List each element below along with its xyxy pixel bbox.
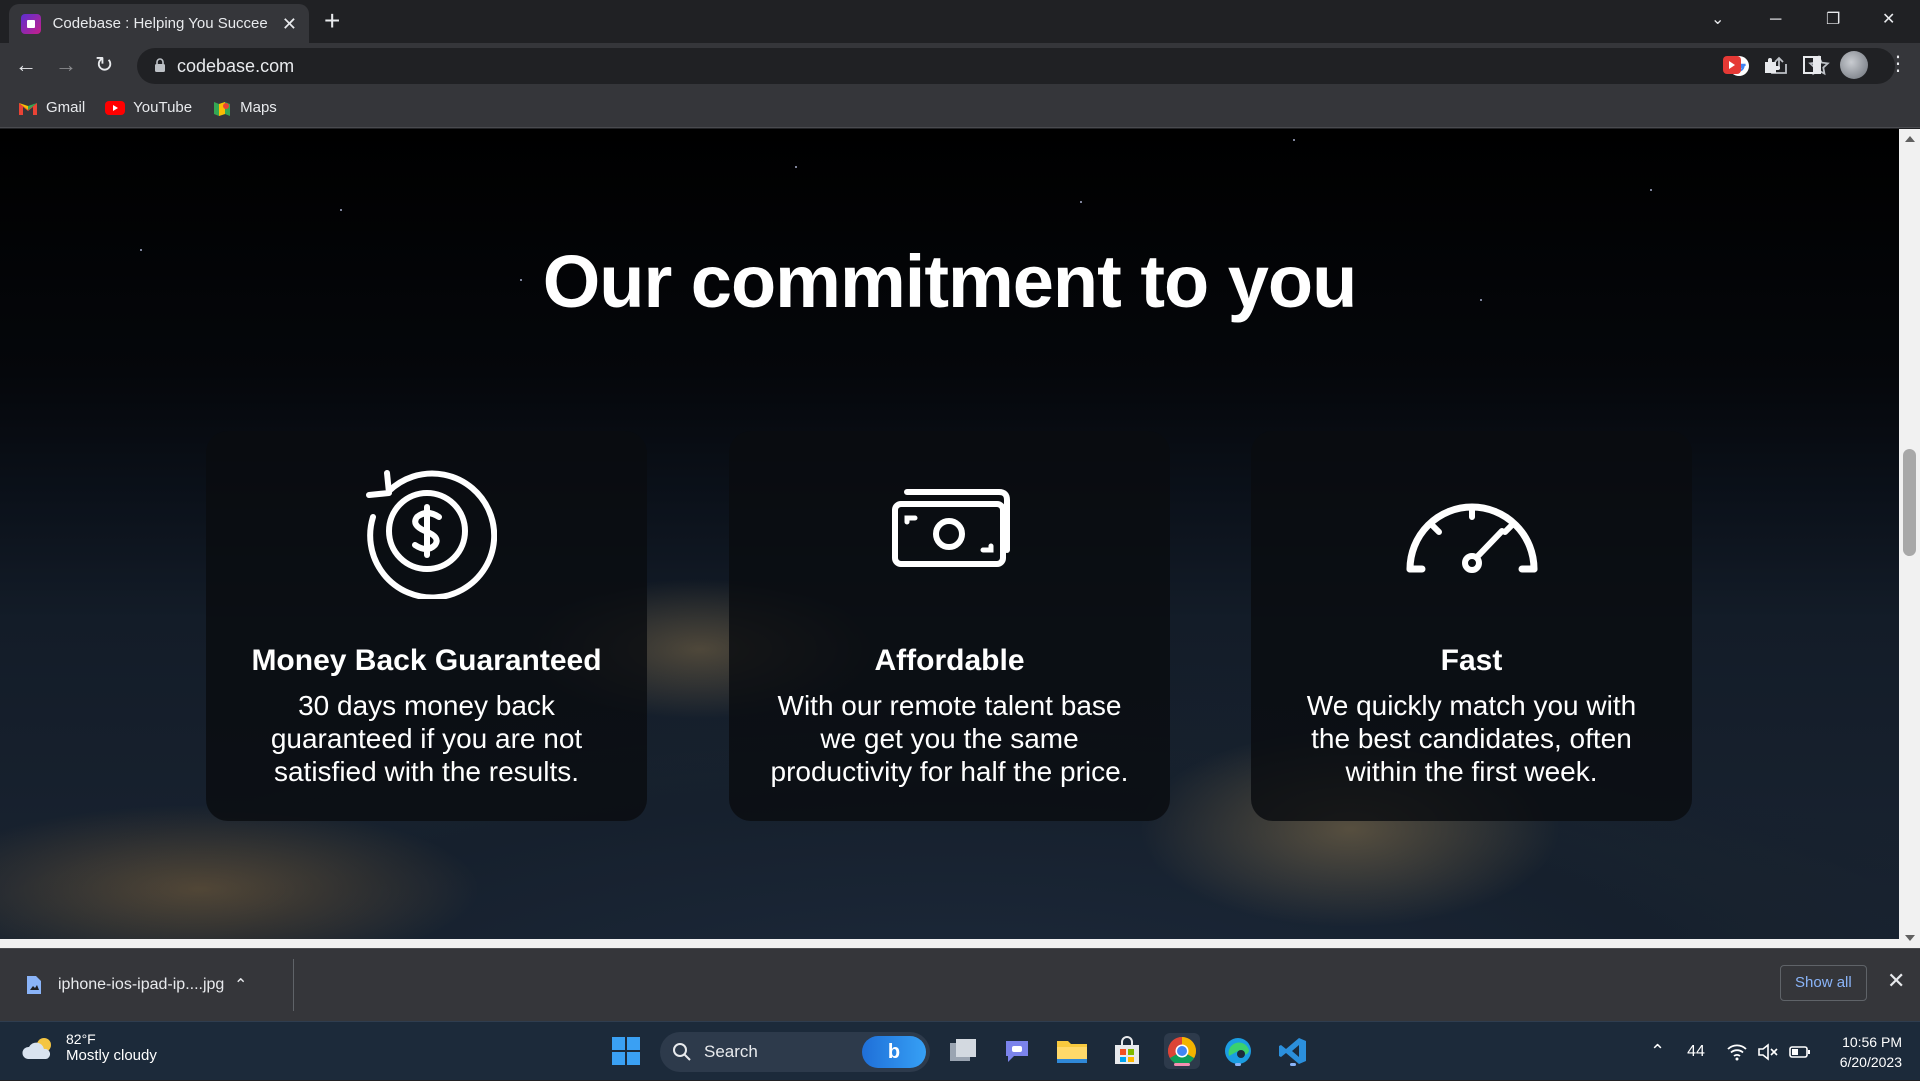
search-label: Search [704,1042,758,1061]
system-tray: ⌃ 44 [1650,1022,1811,1081]
download-file-name: iphone-ios-ipad-ip....jpg [58,976,225,993]
bookmark-label: YouTube [133,99,193,116]
start-button[interactable] [608,1033,644,1069]
reload-button[interactable]: ↻ [95,51,113,79]
bookmark-label: Maps [240,99,277,116]
minimize-button[interactable]: ─ [1770,6,1781,34]
extension-red-icon[interactable] [1720,53,1744,77]
star [795,166,797,168]
volume-muted-icon[interactable] [1757,1042,1779,1061]
browser-toolbar: ← → ↻ codebase.com ⋮ [0,43,1920,88]
card-description: With our remote talent base we get you t… [770,690,1129,787]
close-download-bar-icon[interactable]: ✕ [1887,970,1905,992]
show-hidden-icons-chevron-icon[interactable]: ⌃ [1650,1041,1665,1062]
youtube-icon [105,100,126,115]
teams-chat-icon[interactable] [999,1033,1035,1069]
cloud-icon [22,1037,51,1059]
vscode-icon[interactable] [1275,1033,1311,1069]
active-app-indicator [1174,1063,1190,1066]
profile-avatar[interactable] [1840,51,1868,79]
bookmarks-bar: Gmail YouTube Maps [0,88,1920,128]
url-text: codebase.com [177,56,295,76]
battery-icon[interactable] [1789,1045,1811,1059]
tab-search-chevron-icon[interactable]: ⌄ [1711,6,1724,34]
weather-widget[interactable]: 82°F Mostly cloudy [22,1031,157,1064]
star [340,209,342,211]
speedometer-icon [1251,459,1692,599]
horizontal-scrollbar[interactable] [0,939,1899,948]
card-title: Affordable [874,644,1025,677]
search-icon [673,1043,691,1061]
weather-description: Mostly cloudy [66,1047,157,1064]
star [1293,139,1295,141]
bookmark-label: Gmail [46,99,86,116]
close-window-button[interactable]: ✕ [1882,6,1895,34]
browser-tab[interactable]: Codebase : Helping You Succeed ✕ [9,4,309,43]
bookmark-maps[interactable]: Maps [212,99,277,116]
weather-temperature: 82°F [66,1031,96,1047]
clock-date: 6/20/2023 [1839,1054,1902,1070]
extensions-puzzle-icon[interactable] [1760,53,1784,77]
forward-button[interactable]: → [55,51,77,79]
image-file-icon [27,976,41,994]
download-options-chevron-icon[interactable]: ⌃ [234,975,247,995]
restore-button[interactable]: ❐ [1826,6,1840,34]
clock-time: 10:56 PM [1842,1034,1902,1050]
running-app-indicator [1290,1063,1296,1066]
card-description: We quickly match you with the best candi… [1306,690,1637,787]
section-heading: Our commitment to you [542,240,1358,323]
card-description: 30 days money back guaranteed if you are… [270,690,583,787]
running-app-indicator [1235,1063,1241,1066]
tab-close-icon[interactable]: ✕ [282,15,297,33]
tab-title: Codebase : Helping You Succeed [52,15,268,32]
card-title: Money Back Guaranteed [251,644,602,677]
vertical-scrollbar[interactable] [1899,129,1920,948]
star [1080,201,1082,203]
cash-icon [729,459,1170,599]
scrollbar-thumb[interactable] [1903,449,1916,556]
lock-icon [155,58,165,72]
codebase-favicon-icon [21,13,41,34]
microsoft-store-icon[interactable] [1109,1033,1145,1069]
wifi-icon[interactable] [1727,1043,1747,1061]
tray-counter[interactable]: 44 [1687,1043,1705,1061]
windows-taskbar: 82°F Mostly cloudy Search b ⌃ 44 10:56 P… [0,1021,1920,1080]
page-viewport: Our commitment to you Money Back Guarant… [0,129,1920,948]
star [1650,189,1652,191]
download-item[interactable]: iphone-ios-ipad-ip....jpg ⌃ [14,959,294,1011]
scroll-up-arrow-icon[interactable] [1905,136,1915,142]
download-shelf: iphone-ios-ipad-ip....jpg ⌃ Show all ✕ [0,948,1920,1021]
file-explorer-icon[interactable] [1054,1033,1090,1069]
new-tab-button[interactable]: + [324,6,340,36]
chrome-menu-icon[interactable]: ⋮ [1888,50,1908,78]
side-panel-icon[interactable] [1800,53,1824,77]
system-clock[interactable]: 10:56 PM 6/20/2023 [1828,1032,1902,1072]
earth-night-background: Our commitment to you Money Back Guarant… [0,129,1899,948]
bookmark-gmail[interactable]: Gmail [18,99,85,116]
bookmark-youtube[interactable]: YouTube [105,99,192,116]
windows-logo-icon [612,1037,640,1065]
commitment-card-money-back: Money Back Guaranteed 30 days money back… [206,431,647,821]
bing-icon[interactable]: b [862,1036,926,1068]
show-all-button[interactable]: Show all [1780,965,1867,1001]
taskbar-search[interactable]: Search b [660,1032,930,1072]
gmail-icon [19,102,37,115]
scroll-down-arrow-icon[interactable] [1905,935,1915,941]
money-back-icon [206,459,647,599]
maps-icon [214,101,231,116]
chrome-taskbar-icon[interactable] [1164,1033,1200,1069]
commitment-card-fast: Fast We quickly match you with the best … [1251,431,1692,821]
tab-strip: Codebase : Helping You Succeed ✕ + ⌄ ─ ❐… [0,0,1920,43]
back-button[interactable]: ← [15,51,37,79]
task-view-icon[interactable] [945,1033,981,1069]
edge-icon[interactable] [1220,1033,1256,1069]
commitment-card-affordable: Affordable With our remote talent base w… [729,431,1170,821]
card-title: Fast [1440,644,1503,677]
address-bar[interactable]: codebase.com [137,48,1895,84]
